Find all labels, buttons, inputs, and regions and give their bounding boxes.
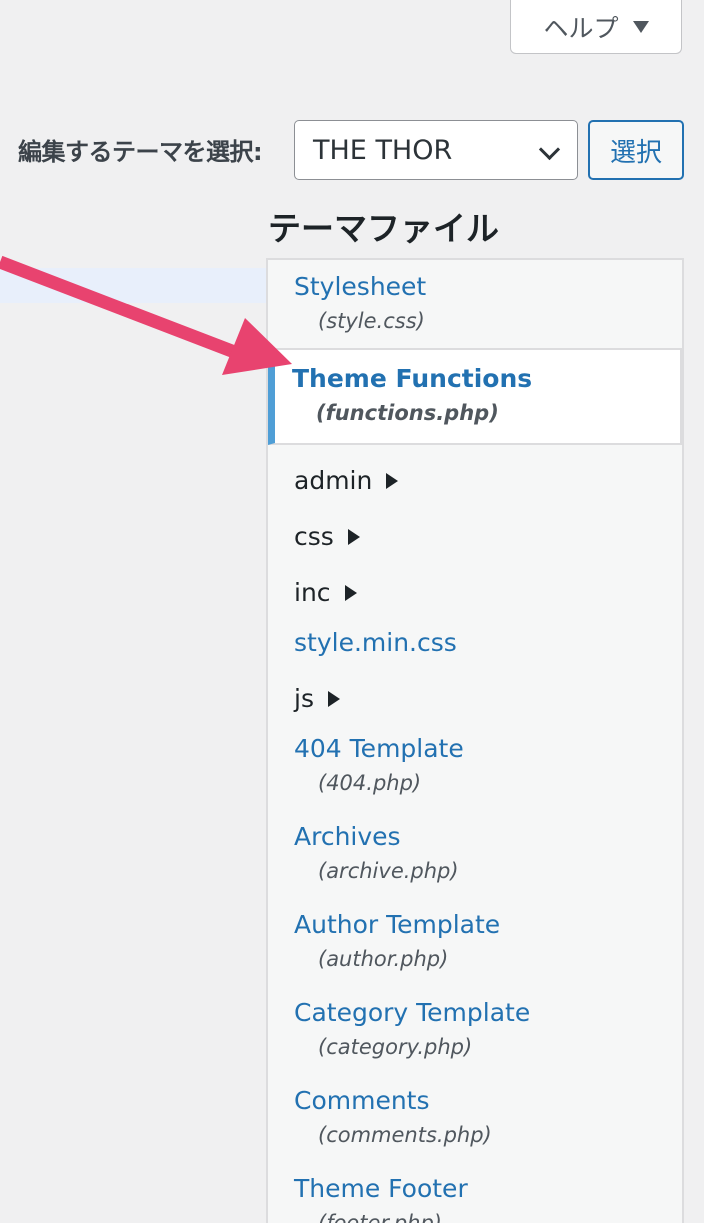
file-item-style-min[interactable]: style.min.css (294, 628, 457, 657)
file-link[interactable]: Theme Functions (292, 364, 532, 393)
file-name: (author.php) (318, 947, 449, 971)
folder-item-inc[interactable]: inc (294, 578, 357, 607)
folder-label: css (294, 522, 334, 551)
file-name: (category.php) (318, 1035, 473, 1059)
file-link[interactable]: Category Template (294, 998, 530, 1027)
annotation-arrow-icon (0, 255, 292, 375)
file-item-functions[interactable]: Theme Functions (functions.php) (292, 364, 532, 425)
theme-files-heading: テーマファイル (268, 209, 499, 248)
file-link[interactable]: Author Template (294, 910, 500, 939)
chevron-down-icon (538, 138, 561, 161)
theme-select-value: THE THOR (313, 134, 453, 166)
file-item-archives[interactable]: Archives (archive.php) (294, 822, 459, 883)
help-label: ヘルプ (543, 13, 619, 43)
file-item-stylesheet[interactable]: Stylesheet (style.css) (294, 272, 426, 333)
folder-label: admin (294, 466, 373, 495)
file-name: (comments.php) (318, 1123, 492, 1147)
file-item-category[interactable]: Category Template (category.php) (294, 998, 530, 1059)
expand-triangle-icon (386, 472, 399, 489)
file-name: (functions.php) (316, 401, 499, 425)
theme-select-label: 編集するテーマを選択: (18, 138, 263, 166)
file-item-author[interactable]: Author Template (author.php) (294, 910, 500, 971)
file-item-footer[interactable]: Theme Footer (footer.php) (294, 1174, 468, 1223)
folder-item-admin[interactable]: admin (294, 466, 399, 495)
file-item-functions-active[interactable]: Theme Functions (functions.php) (268, 348, 682, 445)
file-name: (footer.php) (318, 1211, 442, 1223)
file-item-comments[interactable]: Comments (comments.php) (294, 1086, 492, 1147)
file-link[interactable]: Theme Footer (294, 1174, 468, 1203)
folder-item-js[interactable]: js (294, 684, 340, 713)
file-link[interactable]: Archives (294, 822, 459, 851)
caret-down-icon (632, 20, 649, 33)
file-link[interactable]: style.min.css (294, 628, 457, 657)
file-link[interactable]: Comments (294, 1086, 492, 1115)
file-link[interactable]: Stylesheet (294, 272, 426, 301)
folder-label: inc (294, 578, 331, 607)
select-theme-button[interactable]: 選択 (588, 120, 684, 180)
folder-item-css[interactable]: css (294, 522, 360, 551)
expand-triangle-icon (327, 690, 340, 707)
expand-triangle-icon (347, 528, 360, 545)
file-name: (archive.php) (318, 859, 459, 883)
file-name: (404.php) (318, 771, 422, 795)
theme-select-dropdown[interactable]: THE THOR (294, 120, 578, 180)
file-item-404[interactable]: 404 Template (404.php) (294, 734, 464, 795)
file-link[interactable]: 404 Template (294, 734, 464, 763)
help-tab-button[interactable]: ヘルプ (510, 0, 682, 54)
expand-triangle-icon (344, 584, 357, 601)
theme-file-editor: ヘルプ 編集するテーマを選択: THE THOR 選択 テーマファイル Styl… (0, 0, 704, 1223)
folder-label: js (294, 684, 314, 713)
file-name: (style.css) (318, 309, 425, 333)
